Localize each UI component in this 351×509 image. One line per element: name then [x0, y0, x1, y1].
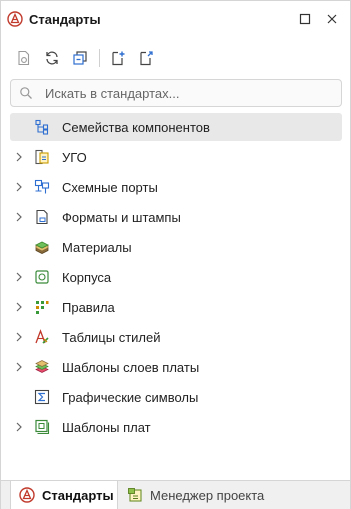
graphic-symbols-icon — [34, 389, 50, 405]
toolbar — [1, 43, 350, 73]
search-box[interactable] — [10, 79, 342, 107]
board-templates-icon — [34, 419, 50, 435]
tree-item-label: Графические символы — [62, 390, 199, 405]
tree-item-label: Материалы — [62, 240, 132, 255]
chevron-right-icon[interactable] — [12, 210, 26, 224]
tree-item-label: Шаблоны плат — [62, 420, 151, 435]
chevron-right-icon[interactable] — [12, 150, 26, 164]
maximize-button[interactable] — [297, 11, 313, 27]
refresh-icon[interactable] — [41, 47, 63, 69]
tab-label: Стандарты — [42, 488, 114, 503]
panel-title: Стандарты — [29, 12, 101, 27]
component-families-icon — [34, 119, 50, 135]
search-icon — [19, 86, 33, 100]
standards-panel: Стандарты Искать в стандартах... Семейст… — [0, 0, 351, 509]
tree-item-label: Шаблоны слоев платы — [62, 360, 200, 375]
packages-icon — [34, 269, 50, 285]
style-tables-icon — [34, 329, 50, 345]
rules-icon — [34, 299, 50, 315]
tree-item-label: Таблицы стилей — [62, 330, 161, 345]
chevron-right-icon[interactable] — [12, 420, 26, 434]
search-input[interactable] — [45, 84, 335, 102]
tree-item-graphic-symbols[interactable]: Графические символы — [10, 383, 342, 411]
chevron-right-icon[interactable] — [12, 180, 26, 194]
tab-standards[interactable]: Стандарты — [10, 481, 118, 509]
tree-item-label: Корпуса — [62, 270, 112, 285]
tree-item-label: Правила — [62, 300, 115, 315]
open-standard-icon[interactable] — [13, 47, 35, 69]
chevron-right-icon[interactable] — [12, 360, 26, 374]
tree-item-label: УГО — [62, 150, 87, 165]
standards-logo-icon — [7, 11, 23, 27]
tab-project-manager[interactable]: Менеджер проекта — [119, 481, 279, 509]
tab-label: Менеджер проекта — [150, 488, 265, 503]
tree-item-label: Семейства компонентов — [62, 120, 210, 135]
collapse-all-icon[interactable] — [69, 47, 91, 69]
bottom-tab-bar: Стандарты Менеджер проекта — [1, 480, 350, 509]
materials-icon — [34, 239, 50, 255]
tree-item-label: Форматы и штампы — [62, 210, 181, 225]
tree-item-symbols[interactable]: УГО — [10, 143, 342, 171]
chevron-right-icon[interactable] — [12, 330, 26, 344]
tree-item-materials[interactable]: Материалы — [10, 233, 342, 261]
export-standard-icon[interactable] — [135, 47, 157, 69]
project-manager-icon — [127, 487, 143, 503]
tree-item-packages[interactable]: Корпуса — [10, 263, 342, 291]
tree-item-layer-templates[interactable]: Шаблоны слоев платы — [10, 353, 342, 381]
layer-templates-icon — [34, 359, 50, 375]
chevron-right-icon[interactable] — [12, 270, 26, 284]
tree-item-formats-stamps[interactable]: Форматы и штампы — [10, 203, 342, 231]
tree-item-component-families[interactable]: Семейства компонентов — [10, 113, 342, 141]
standards-logo-icon — [19, 487, 35, 503]
symbol-library-icon — [34, 149, 50, 165]
tree-item-rules[interactable]: Правила — [10, 293, 342, 321]
close-button[interactable] — [324, 11, 340, 27]
tree-item-schematic-ports[interactable]: Схемные порты — [10, 173, 342, 201]
tree-item-label: Схемные порты — [62, 180, 158, 195]
chevron-right-icon[interactable] — [12, 300, 26, 314]
toolbar-separator — [99, 49, 100, 67]
tree-item-board-templates[interactable]: Шаблоны плат — [10, 413, 342, 441]
import-standard-icon[interactable] — [107, 47, 129, 69]
tree-item-style-tables[interactable]: Таблицы стилей — [10, 323, 342, 351]
formats-stamps-icon — [34, 209, 50, 225]
title-bar: Стандарты — [1, 1, 350, 37]
schematic-ports-icon — [34, 179, 50, 195]
